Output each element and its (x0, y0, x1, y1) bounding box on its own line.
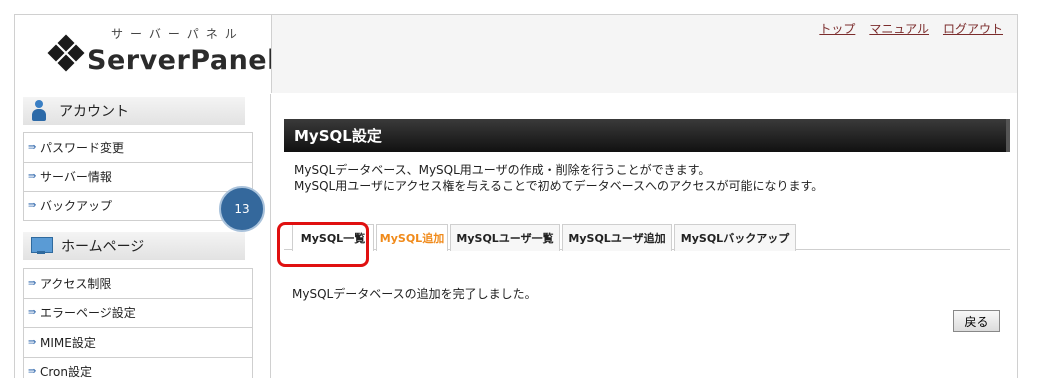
header-bar: トップ マニュアル ログアウト (271, 15, 1017, 93)
sidebar-item-label: アクセス制限 (40, 276, 112, 291)
logo-diamond-icon (47, 34, 85, 72)
sidebar-item-label: エラーページ設定 (40, 306, 136, 321)
sidebar-item-label: MIME設定 (40, 335, 96, 350)
arrow-icon: ⇛ (28, 141, 37, 153)
page-title: MySQL設定 (284, 119, 1010, 152)
tab-bar: MySQL一覧 MySQL追加 MySQLユーザ一覧 MySQLユーザ追加 My… (284, 214, 1010, 251)
description-line: MySQLデータベース、MySQL用ユーザの作成・削除を行うことができます。 (294, 163, 711, 177)
sidebar-list-homepage: ⇛ アクセス制限 ⇛ エラーページ設定 ⇛ MIME設定 ⇛ Cron設定 (23, 268, 253, 378)
sidebar-section-account: アカウント (23, 97, 245, 125)
sidebar: アカウント ⇛ パスワード変更 ⇛ サーバー情報 ⇛ バックアップ ホームページ ⇛ ア… (15, 94, 271, 378)
sidebar-item-access-control[interactable]: ⇛ アクセス制限 (23, 268, 253, 298)
sidebar-item-label: サーバー情報 (40, 170, 112, 185)
sidebar-item-password[interactable]: ⇛ パスワード変更 (23, 132, 253, 162)
back-button[interactable]: 戻る (953, 310, 1000, 332)
status-message: MySQLデータベースの追加を完了しました。 (292, 287, 537, 301)
tab-mysql-user-add[interactable]: MySQLユーザ追加 (562, 224, 672, 251)
sidebar-item-mime[interactable]: ⇛ MIME設定 (23, 327, 253, 357)
arrow-icon: ⇛ (28, 307, 37, 319)
link-logout[interactable]: ログアウト (943, 22, 1003, 36)
tab-mysql-user-list[interactable]: MySQLユーザ一覧 (450, 224, 560, 251)
sidebar-item-server-info[interactable]: ⇛ サーバー情報 (23, 161, 253, 191)
logo-kana: サーバーパネル (111, 27, 244, 41)
sidebar-item-label: バックアップ (40, 199, 113, 214)
main-content: MySQL設定 MySQLデータベース、MySQL用ユーザの作成・削除を行うこと… (272, 94, 1017, 378)
monitor-icon (31, 237, 53, 255)
sidebar-section-homepage: ホームページ (23, 232, 245, 260)
sidebar-section-title: ホームページ (61, 239, 145, 255)
tab-highlight-box (277, 222, 369, 267)
arrow-icon: ⇛ (28, 200, 37, 212)
link-top[interactable]: トップ (819, 22, 855, 36)
sidebar-item-error-page[interactable]: ⇛ エラーページ設定 (23, 297, 253, 327)
sidebar-section-title: アカウント (59, 104, 129, 120)
logo[interactable]: サーバーパネル ServerPanel (15, 15, 276, 93)
step-number-badge: 13 (219, 186, 265, 232)
sidebar-item-label: Cron設定 (40, 364, 92, 378)
arrow-icon: ⇛ (28, 336, 37, 348)
sidebar-item-label: パスワード変更 (40, 140, 125, 155)
page-frame: サーバーパネル ServerPanel トップ マニュアル ログアウト アカウント … (14, 14, 1018, 378)
sidebar-item-cron[interactable]: ⇛ Cron設定 (23, 356, 253, 378)
person-icon (29, 100, 49, 122)
arrow-icon: ⇛ (28, 171, 37, 183)
arrow-icon: ⇛ (28, 365, 37, 377)
link-manual[interactable]: マニュアル (869, 22, 929, 36)
tab-mysql-backup[interactable]: MySQLバックアップ (674, 224, 796, 251)
top-links: トップ マニュアル ログアウト (805, 20, 1003, 37)
tab-mysql-add[interactable]: MySQL追加 (376, 224, 448, 251)
logo-name: ServerPanel (87, 45, 277, 76)
page-description: MySQLデータベース、MySQL用ユーザの作成・削除を行うことができます。 M… (294, 162, 823, 194)
description-line: MySQL用ユーザにアクセス権を与えることで初めてデータベースへのアクセスが可能… (294, 179, 824, 193)
arrow-icon: ⇛ (28, 277, 37, 289)
header: サーバーパネル ServerPanel トップ マニュアル ログアウト (15, 15, 1017, 93)
